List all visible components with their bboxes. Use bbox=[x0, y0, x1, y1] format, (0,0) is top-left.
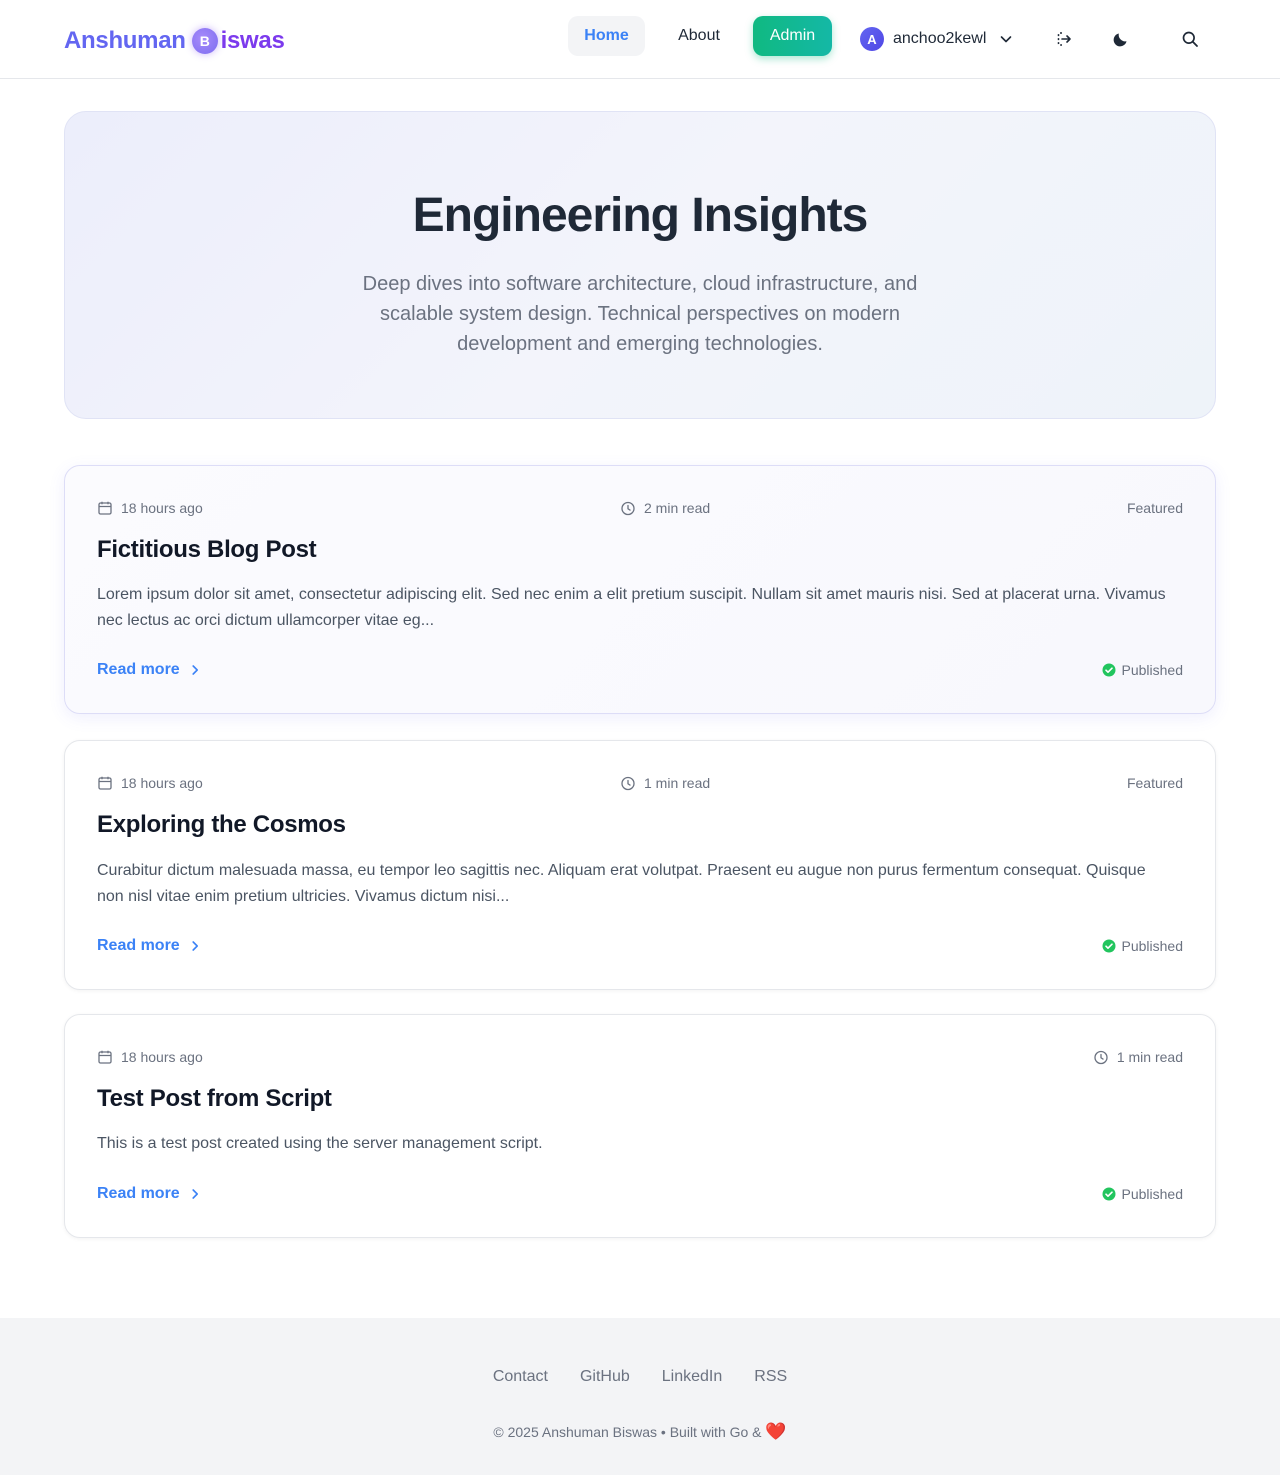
hero-subtitle: Deep dives into software architecture, c… bbox=[362, 273, 918, 355]
hero-title: Engineering Insights bbox=[412, 189, 869, 242]
post-date: 18 hours ago bbox=[97, 1049, 203, 1065]
post-excerpt: This is a test post created using the se… bbox=[97, 1135, 543, 1152]
logo-badge: B bbox=[191, 28, 218, 54]
footer-link-linkedin[interactable]: LinkedIn bbox=[662, 1368, 723, 1390]
footer-link-github[interactable]: GitHub bbox=[580, 1368, 630, 1390]
clock-icon bbox=[621, 776, 635, 791]
post-card: 18 hours ago 1 min read Featured Explori… bbox=[64, 740, 1216, 990]
check-circle-icon bbox=[1102, 663, 1115, 677]
nav-about[interactable]: About bbox=[661, 16, 737, 56]
site-footer: Contact GitHub LinkedIn RSS © 2025 Anshu… bbox=[0, 1318, 1280, 1475]
status-badge: Published bbox=[1102, 936, 1183, 956]
chevron-down-icon bbox=[998, 31, 1014, 47]
chevron-right-icon bbox=[192, 941, 198, 951]
footer-link-contact[interactable]: Contact bbox=[493, 1368, 548, 1390]
post-excerpt: Lorem ipsum dolor sit amet, consectetur … bbox=[97, 586, 1166, 629]
featured-tag: Featured bbox=[1126, 500, 1183, 516]
user-menu[interactable]: A anchoo2kewl bbox=[860, 26, 1014, 52]
post-card: 18 hours ago 1 min read Test Post from S… bbox=[64, 1014, 1216, 1238]
post-date: 18 hours ago bbox=[97, 775, 203, 791]
user-avatar: A bbox=[860, 27, 884, 51]
logout-icon[interactable] bbox=[1051, 26, 1077, 52]
check-circle-icon bbox=[1102, 1187, 1115, 1201]
read-more-link[interactable]: Read more bbox=[97, 1182, 201, 1206]
post-title[interactable]: Test Post from Script bbox=[97, 1085, 332, 1113]
post-title[interactable]: Fictitious Blog Post bbox=[97, 536, 317, 564]
calendar-icon bbox=[98, 1050, 112, 1064]
post-title[interactable]: Exploring the Cosmos bbox=[97, 811, 346, 839]
calendar-icon bbox=[98, 501, 112, 515]
status-badge: Published bbox=[1102, 1184, 1183, 1204]
post-meta: 18 hours ago 2 min read Featured bbox=[97, 500, 1183, 518]
footer-link-rss[interactable]: RSS bbox=[754, 1368, 787, 1390]
footer-links: Contact GitHub LinkedIn RSS bbox=[0, 1368, 1280, 1390]
clock-icon bbox=[621, 501, 635, 516]
logo-first-name: Anshuman bbox=[64, 27, 186, 54]
site-header: Anshuman B iswas Home About Admin A anch… bbox=[0, 0, 1280, 79]
read-more-link[interactable]: Read more bbox=[97, 934, 201, 958]
post-meta: 18 hours ago 1 min read Featured bbox=[97, 775, 1183, 793]
copyright: © 2025 Anshuman Biswas • Built with Go &… bbox=[0, 1422, 1280, 1442]
post-meta: 18 hours ago 1 min read bbox=[97, 1049, 1183, 1067]
logo-last-name: iswas bbox=[220, 27, 285, 54]
copyright-text: © 2025 Anshuman Biswas • Built with Go & bbox=[493, 1424, 762, 1440]
post-read-time: 2 min read bbox=[620, 500, 710, 516]
chevron-right-icon bbox=[192, 665, 198, 675]
nav-admin[interactable]: Admin bbox=[753, 16, 832, 56]
hero-section: Engineering Insights Deep dives into sof… bbox=[64, 111, 1216, 419]
site-logo[interactable]: Anshuman B iswas bbox=[64, 24, 285, 58]
nav-home[interactable]: Home bbox=[568, 16, 645, 56]
post-card: 18 hours ago 2 min read Featured Fictiti… bbox=[64, 465, 1216, 714]
featured-tag: Featured bbox=[1126, 775, 1183, 791]
heart-icon: ❤️ bbox=[765, 1422, 787, 1441]
check-circle-icon bbox=[1102, 939, 1115, 953]
moon-icon[interactable] bbox=[1108, 26, 1134, 52]
read-more-link[interactable]: Read more bbox=[97, 658, 201, 682]
chevron-right-icon bbox=[192, 1189, 198, 1199]
post-excerpt: Curabitur dictum malesuada massa, eu tem… bbox=[97, 862, 1146, 905]
username: anchoo2kewl bbox=[893, 30, 987, 47]
post-read-time: 1 min read bbox=[1093, 1049, 1183, 1065]
status-badge: Published bbox=[1102, 660, 1183, 680]
clock-icon bbox=[1094, 1050, 1108, 1065]
post-date: 18 hours ago bbox=[97, 500, 203, 516]
calendar-icon bbox=[98, 776, 112, 790]
search-icon[interactable] bbox=[1177, 26, 1203, 52]
post-read-time: 1 min read bbox=[620, 775, 710, 791]
